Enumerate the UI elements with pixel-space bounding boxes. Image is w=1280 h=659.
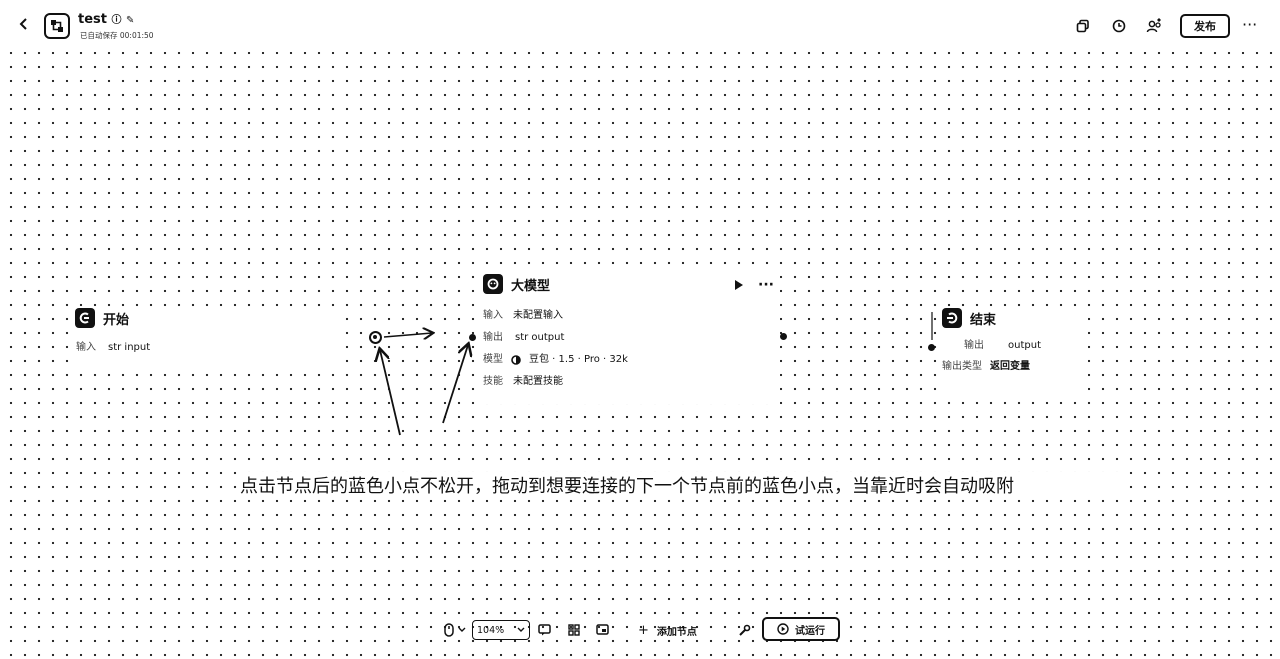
drag-arrow	[383, 333, 432, 337]
row-key: 输入	[76, 342, 96, 353]
llm-node[interactable]: 大模型 ··· 输入 未配置输入 输出 str output 模型 豆包 · 1…	[480, 274, 780, 404]
end-icon	[942, 308, 962, 328]
test-run-button[interactable]: 试运行	[762, 617, 840, 641]
end-node[interactable]: 结束 输出 output 输出类型 返回变量	[938, 308, 1088, 392]
node-row: 技能 未配置技能	[483, 376, 780, 388]
llm-output-port[interactable]	[780, 333, 787, 340]
pointer-arrow-left	[380, 350, 401, 436]
row-key: 输出	[483, 332, 503, 343]
minimap-button[interactable]	[596, 620, 609, 640]
row-value: str input	[108, 342, 151, 353]
start-icon	[75, 308, 95, 328]
row-value: 返回变量	[990, 361, 1030, 372]
pointer-mode-button[interactable]	[444, 620, 466, 640]
end-input-port[interactable]	[928, 344, 935, 351]
add-node-button[interactable]: + 添加节点	[638, 620, 697, 640]
wrench-icon	[739, 624, 751, 636]
node-row: 输出 output	[964, 340, 1088, 352]
row-key: 输出类型	[942, 361, 982, 372]
row-key: 输入	[483, 310, 503, 321]
row-value: 未配置输入	[513, 310, 563, 321]
row-value: output	[1008, 340, 1041, 351]
node-title: 大模型	[511, 278, 551, 294]
pointer-arrow-right	[442, 345, 468, 424]
node-title: 开始	[103, 312, 130, 328]
tools-button[interactable]	[738, 620, 751, 640]
mouse-icon	[444, 623, 454, 637]
start-output-port[interactable]	[369, 331, 382, 344]
node-row: 输入 未配置输入	[483, 310, 780, 322]
node-row: 输入 str input	[76, 342, 342, 354]
node-row: 输出 str output	[483, 332, 780, 344]
node-row: 输出类型 返回变量	[942, 361, 1088, 373]
start-node[interactable]: 开始 输入 str input	[72, 308, 342, 372]
chevron-down-icon	[517, 627, 525, 632]
minimap-icon	[596, 624, 609, 635]
row-value: str output	[515, 332, 565, 343]
node-more-button[interactable]: ···	[758, 278, 774, 292]
row-key: 输出	[964, 340, 984, 351]
zoom-select[interactable]: 104%	[472, 620, 530, 640]
add-node-label: 添加节点	[656, 626, 697, 638]
plus-icon: +	[638, 622, 649, 638]
row-key: 模型	[483, 354, 503, 365]
llm-input-port[interactable]	[469, 334, 476, 341]
node-title: 结束	[970, 312, 997, 328]
comment-icon	[538, 624, 551, 636]
test-run-label: 试运行	[795, 625, 825, 637]
run-node-icon[interactable]	[734, 279, 744, 291]
grid-icon	[568, 624, 580, 636]
node-row: 模型 豆包 · 1.5 · Pro · 32k	[483, 354, 780, 366]
model-logo-icon	[511, 355, 521, 365]
chevron-down-icon	[458, 627, 466, 632]
play-circle-icon	[777, 623, 789, 635]
row-key: 技能	[483, 376, 503, 387]
row-value: 豆包 · 1.5 · Pro · 32k	[529, 354, 628, 365]
llm-icon	[483, 274, 503, 294]
layout-button[interactable]	[568, 620, 580, 640]
comment-button[interactable]	[538, 620, 551, 640]
zoom-value: 104%	[477, 624, 505, 636]
row-value: 未配置技能	[513, 376, 563, 387]
annotation-text: 点击节点后的蓝色小点不松开，拖动到想要连接的下一个节点前的蓝色小点，当靠近时会自…	[240, 472, 1120, 498]
